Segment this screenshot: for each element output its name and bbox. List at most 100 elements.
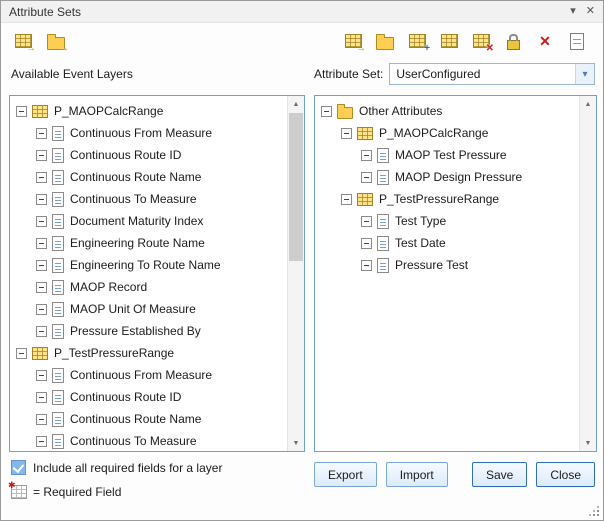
collapse-toggle-icon[interactable] xyxy=(36,172,47,183)
add-attribute-table-icon[interactable]: + xyxy=(407,32,427,51)
page-icon xyxy=(52,148,64,163)
tree-item[interactable]: Document Maturity Index xyxy=(10,210,287,232)
include-required-checkbox[interactable] xyxy=(11,460,26,475)
folder-icon xyxy=(337,107,353,119)
tree-item[interactable]: MAOP Design Pressure xyxy=(315,166,579,188)
tree-item-label: Continuous To Measure xyxy=(70,434,197,448)
tree-item[interactable]: MAOP Record xyxy=(10,276,287,298)
chevron-down-icon: ▾ xyxy=(582,69,587,80)
collapse-toggle-icon[interactable] xyxy=(36,304,47,315)
scroll-up-icon[interactable]: ▲ xyxy=(580,96,596,112)
collapse-toggle-icon[interactable] xyxy=(321,106,332,117)
tree-item[interactable]: Test Type xyxy=(315,210,579,232)
collapse-toggle-icon[interactable] xyxy=(36,128,47,139)
tree-item[interactable]: Continuous From Measure xyxy=(10,364,287,386)
dock-menu-icon[interactable]: ▾ xyxy=(570,6,576,17)
collapse-toggle-icon[interactable] xyxy=(36,414,47,425)
scroll-down-icon[interactable]: ▼ xyxy=(580,435,596,451)
tree-item[interactable]: P_TestPressureRange xyxy=(10,342,287,364)
lock-icon[interactable] xyxy=(503,32,523,51)
add-event-layer-icon[interactable]: → xyxy=(343,32,363,51)
collapse-toggle-icon[interactable] xyxy=(36,436,47,447)
folder-glyph xyxy=(376,37,394,50)
tree-item[interactable]: Engineering Route Name xyxy=(10,232,287,254)
collapse-toggle-icon[interactable] xyxy=(16,106,27,117)
collapse-toggle-icon[interactable] xyxy=(36,194,47,205)
tree-item[interactable]: Other Attributes xyxy=(315,100,579,122)
page-icon xyxy=(52,434,64,449)
tree-item[interactable]: Continuous From Measure xyxy=(10,122,287,144)
tree-item[interactable]: MAOP Test Pressure xyxy=(315,144,579,166)
add-event-layer-icon[interactable]: → xyxy=(13,32,33,51)
tree-item[interactable]: Continuous Route Name xyxy=(10,166,287,188)
page-icon xyxy=(377,214,389,229)
collapse-toggle-icon[interactable] xyxy=(36,260,47,271)
remove-attribute-table-icon[interactable]: ✕ xyxy=(471,32,491,51)
collapse-toggle-icon[interactable] xyxy=(36,282,47,293)
tree-item[interactable]: MAOP Unit Of Measure xyxy=(10,298,287,320)
collapse-toggle-icon[interactable] xyxy=(361,260,372,271)
collapse-toggle-icon[interactable] xyxy=(361,150,372,161)
page-icon xyxy=(377,148,389,163)
add-layer-folder-icon[interactable]: → xyxy=(46,32,66,51)
combo-dropdown-button[interactable]: ▾ xyxy=(575,64,594,84)
attribute-table-icon[interactable] xyxy=(439,32,459,51)
page-icon xyxy=(52,324,64,339)
close-button[interactable]: Close xyxy=(536,462,595,487)
tree-item-label: Continuous From Measure xyxy=(70,126,212,140)
collapse-toggle-icon[interactable] xyxy=(36,326,47,337)
attribute-set-select[interactable]: UserConfigured ▾ xyxy=(389,63,595,85)
scroll-up-icon[interactable]: ▲ xyxy=(288,96,304,112)
collapse-toggle-icon[interactable] xyxy=(16,348,27,359)
tree-item[interactable]: Test Date xyxy=(315,232,579,254)
tree-item[interactable]: P_MAOPCalcRange xyxy=(10,100,287,122)
tree-item-label: P_MAOPCalcRange xyxy=(379,126,488,140)
collapse-toggle-icon[interactable] xyxy=(361,172,372,183)
save-button[interactable]: Save xyxy=(472,462,527,487)
right-panel-scrollbar[interactable]: ▲ ▼ xyxy=(579,96,596,451)
new-attribute-set-folder-icon[interactable] xyxy=(375,32,395,51)
table-glyph xyxy=(441,34,458,48)
scroll-down-icon[interactable]: ▼ xyxy=(288,435,304,451)
resize-grip[interactable] xyxy=(587,504,599,516)
collapse-toggle-icon[interactable] xyxy=(36,370,47,381)
tree-item[interactable]: Pressure Established By xyxy=(10,320,287,342)
export-button[interactable]: Export xyxy=(314,462,377,487)
tree-item[interactable]: Continuous Route Name xyxy=(10,408,287,430)
tree-item-label: Continuous From Measure xyxy=(70,368,212,382)
collapse-toggle-icon[interactable] xyxy=(36,150,47,161)
tree-item[interactable]: Pressure Test xyxy=(315,254,579,276)
collapse-toggle-icon[interactable] xyxy=(341,194,352,205)
tree-item[interactable]: Continuous Route ID xyxy=(10,144,287,166)
tree-item-label: Engineering Route Name xyxy=(70,236,205,250)
delete-icon[interactable]: ✕ xyxy=(535,32,555,51)
collapse-toggle-icon[interactable] xyxy=(36,238,47,249)
close-icon[interactable]: ✕ xyxy=(586,6,595,17)
collapse-toggle-icon[interactable] xyxy=(36,216,47,227)
scrollbar-thumb[interactable] xyxy=(289,113,303,261)
tree-item[interactable]: Continuous To Measure xyxy=(10,188,287,210)
required-field-label: = Required Field xyxy=(33,485,121,499)
collapse-toggle-icon[interactable] xyxy=(361,216,372,227)
tree-item-label: Test Type xyxy=(395,214,446,228)
page-icon xyxy=(52,412,64,427)
layer-icon xyxy=(32,105,48,118)
left-panel-scrollbar[interactable]: ▲ ▼ xyxy=(287,96,304,451)
import-button[interactable]: Import xyxy=(386,462,448,487)
tree-item[interactable]: P_MAOPCalcRange xyxy=(315,122,579,144)
tree-item[interactable]: P_TestPressureRange xyxy=(315,188,579,210)
required-field-legend: = Required Field xyxy=(11,485,121,499)
collapse-toggle-icon[interactable] xyxy=(341,128,352,139)
tree-item-label: Continuous Route ID xyxy=(70,148,181,162)
attribute-set-panel: Other Attributes P_MAOPCalcRange MAOP Test… xyxy=(314,95,597,452)
tree-item-label: Test Date xyxy=(395,236,446,250)
titlebar: Attribute Sets ▾ ✕ xyxy=(1,1,603,23)
collapse-toggle-icon[interactable] xyxy=(36,392,47,403)
page-icon xyxy=(52,368,64,383)
collapse-toggle-icon[interactable] xyxy=(361,238,372,249)
tree-item[interactable]: Continuous To Measure xyxy=(10,430,287,450)
tree-item[interactable]: Engineering To Route Name xyxy=(10,254,287,276)
report-icon[interactable] xyxy=(567,32,587,51)
tree-item[interactable]: Continuous Route ID xyxy=(10,386,287,408)
tree-item-label: P_MAOPCalcRange xyxy=(54,104,163,118)
